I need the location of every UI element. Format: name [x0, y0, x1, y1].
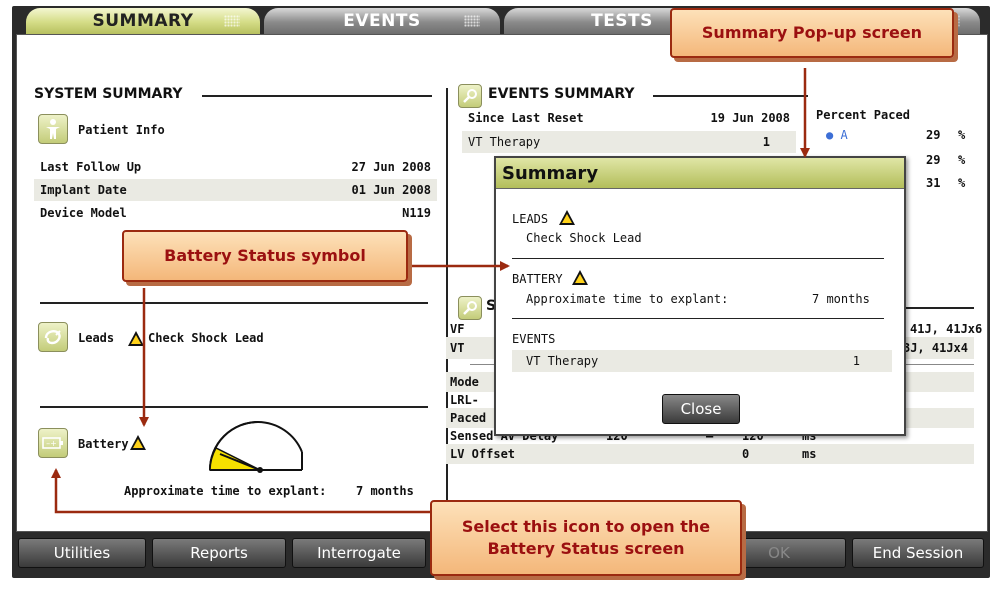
callout-summary-popup: Summary Pop-up screen — [670, 8, 954, 58]
callout-select-icon: Select this icon to open the Battery Sta… — [430, 500, 742, 576]
callout-battery-symbol: Battery Status symbol — [122, 230, 408, 282]
select-icon-arrow — [51, 468, 430, 514]
callout-text: Battery Status symbol — [164, 246, 366, 266]
callout-text: Summary Pop-up screen — [701, 23, 923, 43]
callout-text-line2: Battery Status screen — [487, 539, 685, 558]
callout-text-line1: Select this icon to open the — [461, 517, 711, 537]
